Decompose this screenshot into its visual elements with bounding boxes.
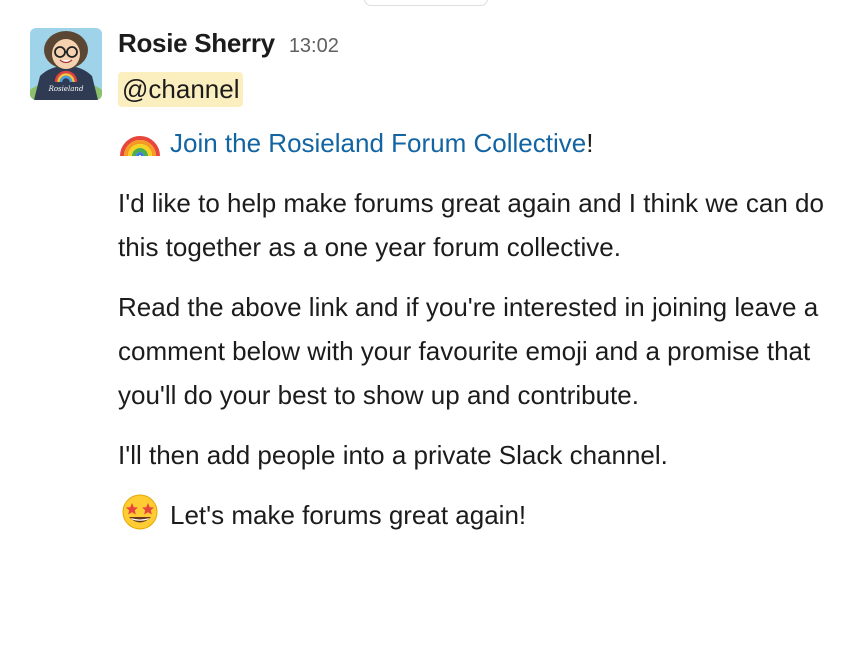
top-scroll-pill: [364, 0, 488, 6]
link-line-suffix: !: [586, 128, 594, 158]
star-struck-emoji-icon: [118, 494, 162, 530]
avatar-illustration-icon: Rosieland: [30, 28, 102, 100]
timestamp[interactable]: 13:02: [289, 35, 339, 58]
message-content: Rosie Sherry 13:02 @channel Join the Ros…: [118, 28, 828, 537]
link-line: Join the Rosieland Forum Collective!: [118, 121, 828, 165]
avatar[interactable]: Rosieland: [30, 28, 102, 100]
paragraph-1: I'd like to help make forums great again…: [118, 188, 824, 262]
channel-mention[interactable]: @channel: [118, 72, 244, 107]
message-header: Rosie Sherry 13:02: [118, 28, 828, 62]
forum-collective-link[interactable]: Join the Rosieland Forum Collective: [170, 128, 586, 158]
avatar-shirt-text: Rosieland: [48, 85, 84, 93]
rainbow-emoji-icon: [118, 122, 162, 158]
paragraph-2: Read the above link and if you're intere…: [118, 292, 819, 410]
paragraph-3: I'll then add people into a private Slac…: [118, 440, 668, 470]
sender-name[interactable]: Rosie Sherry: [118, 28, 275, 59]
closing-line-text: Let's make forums great again!: [170, 500, 527, 530]
closing-line: Let's make forums great again!: [118, 493, 828, 537]
